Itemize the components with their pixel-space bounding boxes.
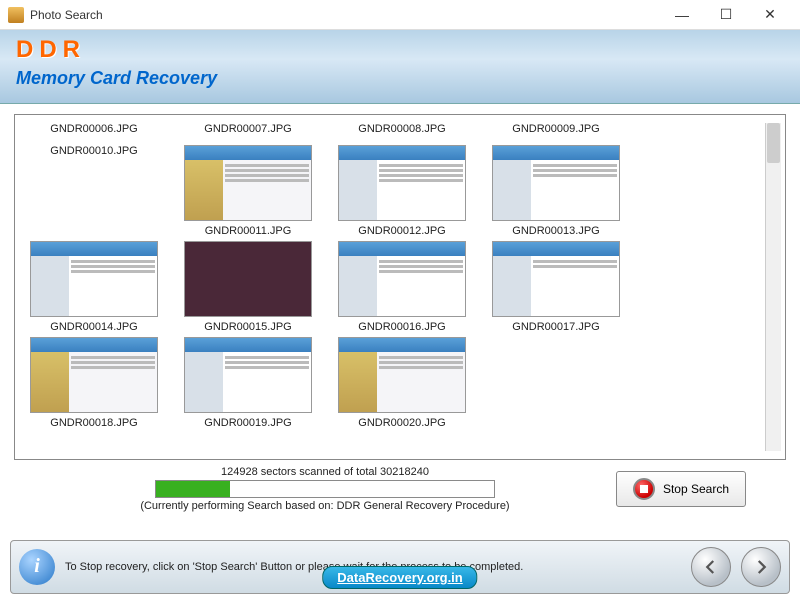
progress-text: 124928 sectors scanned of total 30218240 <box>54 466 596 478</box>
file-thumbnail <box>30 337 158 413</box>
file-thumbnail <box>338 337 466 413</box>
file-name: GNDR00013.JPG <box>512 225 599 237</box>
file-thumbnail <box>184 241 312 317</box>
stop-label: Stop Search <box>663 482 729 496</box>
file-item[interactable]: GNDR00014.JPG <box>25 241 163 333</box>
maximize-button[interactable]: ☐ <box>704 1 748 29</box>
file-item[interactable]: GNDR00015.JPG <box>179 241 317 333</box>
file-name: GNDR00019.JPG <box>204 417 291 429</box>
stop-icon <box>633 478 655 500</box>
stop-search-button[interactable]: Stop Search <box>616 471 746 507</box>
file-item[interactable]: GNDR00016.JPG <box>333 241 471 333</box>
file-thumbnail <box>30 241 158 317</box>
file-thumbnail <box>492 145 620 221</box>
next-button[interactable] <box>741 547 781 587</box>
file-item[interactable]: GNDR00010.JPG <box>25 145 163 237</box>
header-banner: DDR Memory Card Recovery <box>0 30 800 104</box>
file-item[interactable]: GNDR00017.JPG <box>487 241 625 333</box>
back-button[interactable] <box>691 547 731 587</box>
file-thumbnail <box>184 145 312 221</box>
file-thumbnail <box>338 241 466 317</box>
file-item[interactable]: GNDR00011.JPG <box>179 145 317 237</box>
brand-logo: DDR <box>16 36 784 64</box>
file-name: GNDR00011.JPG <box>205 225 292 237</box>
app-icon <box>8 7 24 23</box>
file-item[interactable]: GNDR00006.JPG <box>25 123 163 141</box>
file-item[interactable]: GNDR00009.JPG <box>487 123 625 141</box>
file-item[interactable]: GNDR00008.JPG <box>333 123 471 141</box>
progress-fill <box>156 481 230 497</box>
titlebar: Photo Search — ☐ ✕ <box>0 0 800 30</box>
file-item[interactable]: GNDR00013.JPG <box>487 145 625 237</box>
file-name: GNDR00009.JPG <box>512 123 599 135</box>
file-name: GNDR00006.JPG <box>50 123 137 135</box>
file-item[interactable]: GNDR00012.JPG <box>333 145 471 237</box>
file-name: GNDR00010.JPG <box>50 145 137 157</box>
progress-subtext: (Currently performing Search based on: D… <box>54 500 596 512</box>
file-name: GNDR00014.JPG <box>50 321 137 333</box>
file-name: GNDR00018.JPG <box>50 417 137 429</box>
file-name: GNDR00007.JPG <box>204 123 291 135</box>
file-name: GNDR00008.JPG <box>358 123 445 135</box>
file-item[interactable]: GNDR00007.JPG <box>179 123 317 141</box>
window-title: Photo Search <box>30 8 660 22</box>
progress-area: 124928 sectors scanned of total 30218240… <box>14 460 786 512</box>
file-thumbnail <box>184 337 312 413</box>
thumbnail-grid: GNDR00006.JPG GNDR00007.JPG GNDR00008.JP… <box>25 123 765 451</box>
file-name: GNDR00015.JPG <box>204 321 291 333</box>
minimize-button[interactable]: — <box>660 1 704 29</box>
scrollbar[interactable] <box>765 123 781 451</box>
file-name: GNDR00012.JPG <box>358 225 445 237</box>
progress-bar <box>155 480 495 498</box>
close-button[interactable]: ✕ <box>748 1 792 29</box>
scrollbar-thumb[interactable] <box>767 123 780 163</box>
website-link[interactable]: DataRecovery.org.in <box>322 566 477 589</box>
info-icon <box>19 549 55 585</box>
file-item[interactable]: GNDR00020.JPG <box>333 337 471 429</box>
file-thumbnail <box>492 241 620 317</box>
file-name: GNDR00016.JPG <box>358 321 445 333</box>
file-name: GNDR00020.JPG <box>358 417 445 429</box>
app-subtitle: Memory Card Recovery <box>16 68 784 89</box>
footer-bar: To Stop recovery, click on 'Stop Search'… <box>10 540 790 594</box>
results-panel: GNDR00006.JPG GNDR00007.JPG GNDR00008.JP… <box>14 114 786 460</box>
file-item[interactable]: GNDR00018.JPG <box>25 337 163 429</box>
file-name: GNDR00017.JPG <box>512 321 599 333</box>
file-thumbnail <box>338 145 466 221</box>
file-item[interactable]: GNDR00019.JPG <box>179 337 317 429</box>
